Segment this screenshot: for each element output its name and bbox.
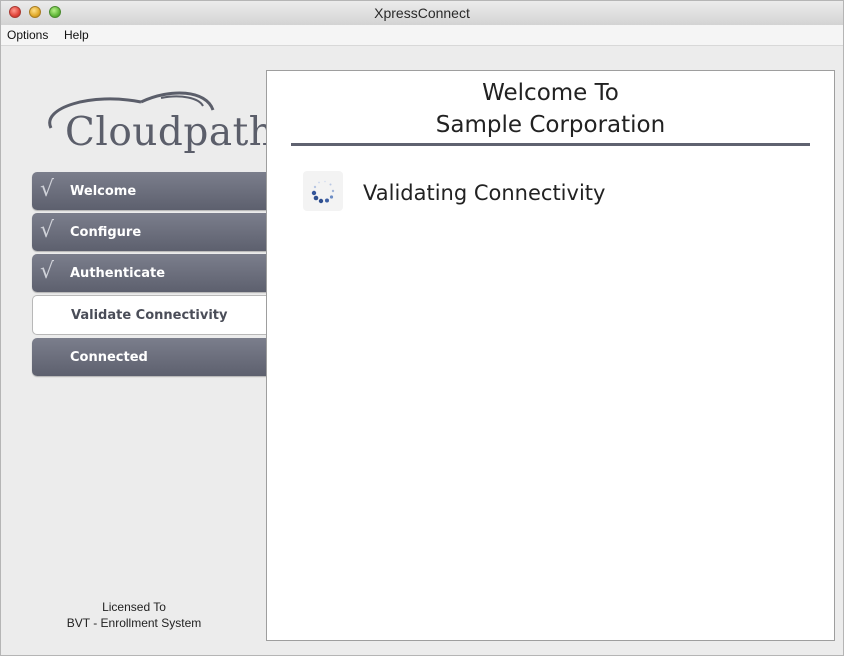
page-title-line2: Sample Corporation bbox=[435, 112, 666, 138]
step-authenticate[interactable]: √ Authenticate bbox=[32, 254, 267, 292]
checkmark-icon: √ bbox=[40, 259, 55, 284]
status-text: Validating Connectivity bbox=[363, 181, 606, 205]
license-holder: BVT - Enrollment System bbox=[66, 616, 202, 630]
content-panel: Welcome To Sample Corporation Validating… bbox=[266, 70, 835, 641]
step-validate-connectivity[interactable]: Validate Connectivity bbox=[32, 295, 267, 335]
status-row: Validating Connectivity bbox=[303, 171, 703, 211]
app-window: XpressConnect Options Help Cloudpath √ W… bbox=[0, 0, 844, 656]
window-title: XpressConnect bbox=[374, 5, 470, 21]
step-label: Validate Connectivity bbox=[71, 308, 228, 323]
license-heading: Licensed To bbox=[102, 600, 166, 614]
step-welcome[interactable]: √ Welcome bbox=[32, 172, 267, 210]
step-connected[interactable]: Connected bbox=[32, 338, 267, 376]
menu-help[interactable]: Help bbox=[64, 28, 89, 42]
step-label: Authenticate bbox=[70, 266, 166, 281]
sidebar: Cloudpath √ Welcome √ Configure √ Authen… bbox=[1, 46, 274, 655]
title-divider bbox=[291, 143, 810, 146]
menu-bar: Options Help bbox=[1, 25, 843, 46]
logo-text: Cloudpath bbox=[65, 110, 275, 155]
step-label: Welcome bbox=[70, 184, 137, 199]
checkmark-icon: √ bbox=[40, 218, 55, 243]
menu-options[interactable]: Options bbox=[7, 28, 48, 42]
title-bar[interactable]: XpressConnect bbox=[1, 1, 843, 26]
step-configure[interactable]: √ Configure bbox=[32, 213, 267, 251]
step-label: Configure bbox=[70, 225, 142, 240]
checkmark-icon: √ bbox=[40, 177, 55, 202]
cloudpath-logo: Cloudpath bbox=[31, 86, 274, 166]
step-label: Connected bbox=[70, 350, 148, 365]
loading-spinner-icon bbox=[303, 171, 343, 211]
page-title-line1: Welcome To bbox=[482, 80, 619, 106]
wizard-steps: √ Welcome √ Configure √ Authenticate Val… bbox=[32, 172, 267, 379]
page-title: Welcome To Sample Corporation bbox=[267, 77, 834, 141]
license-info: Licensed To BVT - Enrollment System bbox=[1, 599, 267, 631]
